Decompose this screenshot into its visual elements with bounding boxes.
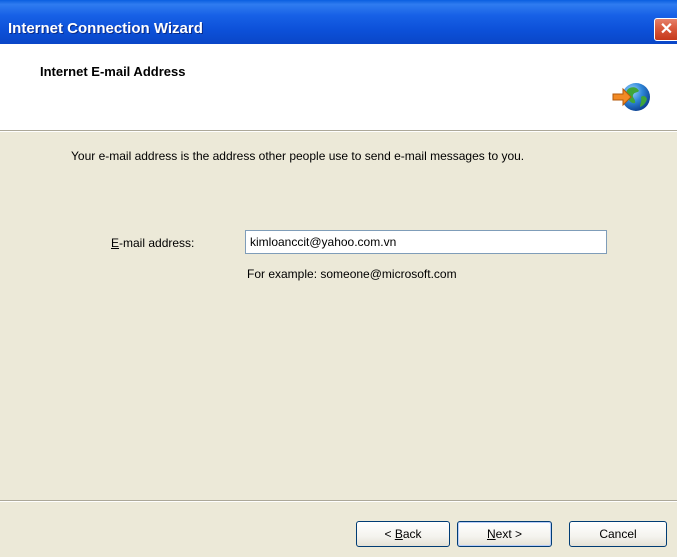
page-title: Internet E-mail Address	[40, 64, 186, 79]
close-icon: ✕	[659, 21, 674, 38]
next-mnemonic: N	[486, 527, 496, 541]
footer-divider-highlight	[0, 501, 677, 502]
email-label-rest: -mail address:	[119, 236, 195, 250]
close-button[interactable]: ✕	[654, 18, 677, 41]
next-button[interactable]: Next >	[457, 521, 552, 547]
header-divider-highlight	[0, 131, 677, 132]
next-rest: ext >	[495, 527, 523, 541]
back-prefix: <	[384, 527, 395, 541]
intro-text: Your e-mail address is the address other…	[71, 149, 525, 163]
wizard-window: Internet Connection Wizard ✕ Internet E-…	[0, 0, 677, 557]
title-bar[interactable]: Internet Connection Wizard ✕	[0, 0, 677, 44]
email-label: E-mail address:	[111, 236, 194, 250]
back-mnemonic: B	[394, 527, 403, 541]
window-title: Internet Connection Wizard	[8, 20, 203, 37]
cancel-button[interactable]: Cancel	[569, 521, 667, 547]
back-button[interactable]: < Back	[356, 521, 450, 547]
email-label-mnemonic: E	[111, 236, 120, 250]
back-rest: ack	[402, 527, 422, 541]
wizard-header: Internet E-mail Address	[0, 44, 677, 130]
globe-arrow-icon	[612, 83, 650, 111]
email-address-input[interactable]	[245, 230, 607, 254]
example-text: For example: someone@microsoft.com	[247, 267, 457, 281]
